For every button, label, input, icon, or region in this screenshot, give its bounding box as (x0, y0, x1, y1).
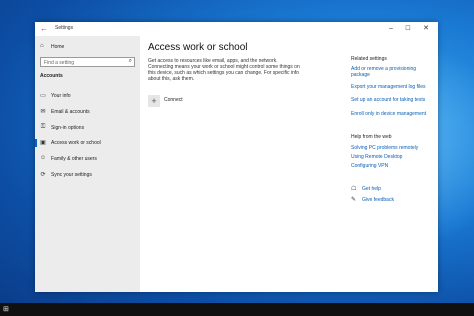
sidebar-item-label: Sign-in options (51, 125, 85, 131)
help-heading: Help from the web (351, 134, 392, 140)
mail-icon: ✉ (40, 109, 46, 115)
link-remote-desktop[interactable]: Using Remote Desktop (351, 154, 433, 160)
person-icon: ▭ (40, 93, 46, 99)
active-indicator (35, 139, 37, 147)
chat-icon: ☖ (351, 186, 357, 192)
briefcase-icon: ▣ (40, 140, 46, 146)
sidebar-item-label: Family & other users (51, 156, 97, 162)
sidebar-item-sync-settings[interactable]: ⟳ Sync your settings (35, 170, 140, 180)
home-icon: ⌂ (40, 43, 44, 49)
get-help-label: Get help (362, 186, 381, 192)
people-icon: ☺ (39, 155, 47, 161)
main-content: Access work or school Get access to reso… (140, 36, 438, 292)
sidebar-item-family-other-users[interactable]: ☺ Family & other users (35, 154, 140, 164)
related-settings-heading: Related settings (351, 56, 387, 62)
connect-label: Connect (164, 97, 183, 103)
link-set-up-test-account[interactable]: Set up an account for taking tests (351, 97, 433, 103)
window-title: Settings (55, 25, 74, 31)
search-icon[interactable]: ⌕ (129, 58, 132, 65)
close-button[interactable]: ✕ (419, 23, 433, 35)
feedback-icon: ✎ (351, 197, 357, 203)
sidebar-item-label: Access work or school (51, 140, 101, 146)
link-provisioning-package[interactable]: Add or remove a provisioning package (351, 66, 433, 78)
sidebar-item-access-work-school[interactable]: ▣ Access work or school (35, 138, 140, 148)
sidebar-item-label: Sync your settings (51, 172, 92, 178)
sync-icon: ⟳ (40, 172, 46, 178)
settings-window: ← Settings – ☐ ✕ ⌂ Home Find a setting ⌕… (35, 22, 438, 292)
page-description: Get access to resources like email, apps… (148, 58, 300, 82)
link-enroll-device-management[interactable]: Enroll only in device management (351, 111, 433, 117)
page-title: Access work or school (148, 42, 248, 53)
title-bar: ← Settings – ☐ ✕ (35, 22, 438, 36)
back-arrow-icon[interactable]: ← (39, 24, 49, 34)
sidebar-item-label: Your info (51, 93, 71, 99)
link-configuring-vpn[interactable]: Configuring VPN (351, 163, 433, 169)
link-export-log-files[interactable]: Export your management log files (351, 84, 433, 90)
give-feedback-label: Give feedback (362, 197, 394, 203)
key-icon: ⚿ (40, 124, 46, 130)
search-placeholder: Find a setting (44, 60, 75, 66)
search-input[interactable]: Find a setting ⌕ (40, 57, 135, 67)
home-label: Home (51, 44, 65, 50)
sidebar: ⌂ Home Find a setting ⌕ Accounts ▭ Your … (35, 36, 140, 292)
sidebar-item-label: Email & accounts (51, 109, 90, 115)
sidebar-item-your-info[interactable]: ▭ Your info (35, 91, 140, 101)
taskbar: ⊞ (0, 303, 474, 316)
link-solving-pc-problems[interactable]: Solving PC problems remotely (351, 145, 433, 151)
sidebar-item-sign-in-options[interactable]: ⚿ Sign-in options (35, 123, 140, 133)
minimize-button[interactable]: – (384, 23, 398, 35)
section-heading: Accounts (40, 73, 63, 79)
sidebar-item-email-accounts[interactable]: ✉ Email & accounts (35, 107, 140, 117)
plus-icon: + (148, 95, 160, 107)
maximize-button[interactable]: ☐ (401, 23, 415, 35)
windows-start-icon[interactable]: ⊞ (3, 306, 9, 313)
